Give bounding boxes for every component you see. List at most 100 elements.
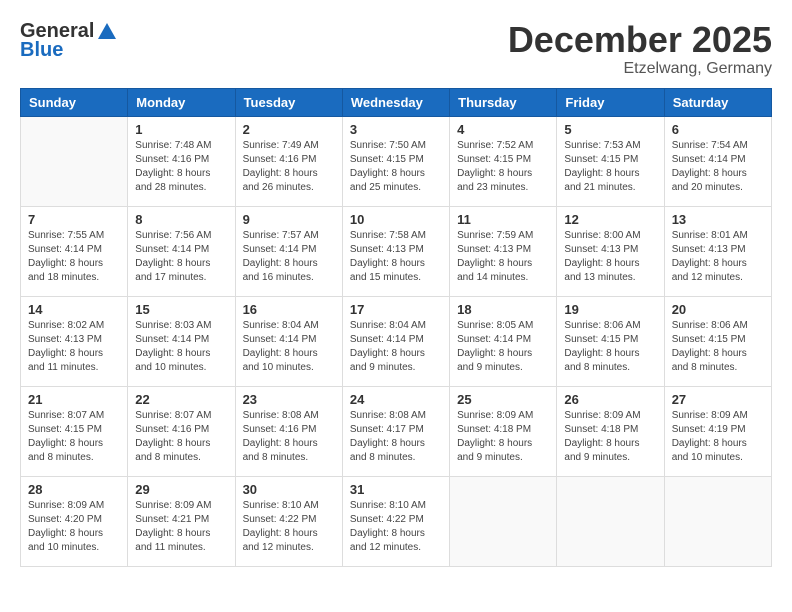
day-number: 3 bbox=[350, 122, 442, 137]
calendar-cell: 12Sunrise: 8:00 AMSunset: 4:13 PMDayligh… bbox=[557, 206, 664, 296]
calendar-cell bbox=[21, 116, 128, 206]
calendar-cell: 15Sunrise: 8:03 AMSunset: 4:14 PMDayligh… bbox=[128, 296, 235, 386]
day-info: Sunrise: 8:06 AMSunset: 4:15 PMDaylight:… bbox=[564, 319, 656, 375]
calendar-cell: 3 Sunrise: 7:50 AMSunset: 4:15 PMDaylight… bbox=[342, 116, 449, 206]
day-info: Sunrise: 7:54 AMSunset: 4:14 PMDaylight:… bbox=[672, 139, 764, 195]
calendar-cell: 4Sunrise: 7:52 AMSunset: 4:15 PMDaylight… bbox=[450, 116, 557, 206]
day-info: Sunrise: 8:00 AMSunset: 4:13 PMDaylight:… bbox=[564, 229, 656, 285]
calendar-cell: 8 Sunrise: 7:56 AMSunset: 4:14 PMDaylight… bbox=[128, 206, 235, 296]
col-saturday: Saturday bbox=[664, 88, 771, 116]
day-info: Sunrise: 8:09 AMSunset: 4:18 PMDaylight:… bbox=[457, 409, 549, 465]
day-info: Sunrise: 8:08 AMSunset: 4:16 PMDaylight:… bbox=[243, 409, 335, 465]
day-number: 5 bbox=[564, 122, 656, 137]
calendar-week-row: 7 Sunrise: 7:55 AMSunset: 4:14 PMDaylight… bbox=[21, 206, 772, 296]
day-number: 7 bbox=[28, 212, 120, 227]
calendar-week-row: 14 Sunrise: 8:02 AMSunset: 4:13 PMDayligh… bbox=[21, 296, 772, 386]
calendar-cell: 5 Sunrise: 7:53 AMSunset: 4:15 PMDaylight… bbox=[557, 116, 664, 206]
calendar-cell: 28 Sunrise: 8:09 AMSunset: 4:20 PMDayligh… bbox=[21, 476, 128, 566]
day-info: Sunrise: 8:08 AMSunset: 4:17 PMDaylight:… bbox=[350, 409, 442, 465]
calendar-cell: 30 Sunrise: 8:10 AMSunset: 4:22 PMDayligh… bbox=[235, 476, 342, 566]
day-number: 30 bbox=[243, 482, 335, 497]
page-header: General Blue December 2025 Etzelwang, Ge… bbox=[20, 20, 772, 78]
calendar-cell: 1 Sunrise: 7:48 AMSunset: 4:16 PMDaylight… bbox=[128, 116, 235, 206]
calendar-cell bbox=[557, 476, 664, 566]
day-number: 23 bbox=[243, 392, 335, 407]
day-info: Sunrise: 7:48 AMSunset: 4:16 PMDaylight:… bbox=[135, 139, 227, 195]
day-number: 14 bbox=[28, 302, 120, 317]
day-info: Sunrise: 8:09 AMSunset: 4:18 PMDaylight:… bbox=[564, 409, 656, 465]
day-number: 22 bbox=[135, 392, 227, 407]
calendar-cell: 11Sunrise: 7:59 AMSunset: 4:13 PMDayligh… bbox=[450, 206, 557, 296]
day-number: 27 bbox=[672, 392, 764, 407]
calendar-cell: 23 Sunrise: 8:08 AMSunset: 4:16 PMDayligh… bbox=[235, 386, 342, 476]
calendar-week-row: 21 Sunrise: 8:07 AMSunset: 4:15 PMDayligh… bbox=[21, 386, 772, 476]
day-info: Sunrise: 8:03 AMSunset: 4:14 PMDaylight:… bbox=[135, 319, 227, 375]
day-info: Sunrise: 7:55 AMSunset: 4:14 PMDaylight:… bbox=[28, 229, 120, 285]
day-number: 9 bbox=[243, 212, 335, 227]
col-tuesday: Tuesday bbox=[235, 88, 342, 116]
day-number: 18 bbox=[457, 302, 549, 317]
calendar-cell: 20 Sunrise: 8:06 AMSunset: 4:15 PMDayligh… bbox=[664, 296, 771, 386]
day-info: Sunrise: 8:01 AMSunset: 4:13 PMDaylight:… bbox=[672, 229, 764, 285]
day-info: Sunrise: 7:57 AMSunset: 4:14 PMDaylight:… bbox=[243, 229, 335, 285]
calendar-cell: 6 Sunrise: 7:54 AMSunset: 4:14 PMDaylight… bbox=[664, 116, 771, 206]
calendar-cell: 18Sunrise: 8:05 AMSunset: 4:14 PMDayligh… bbox=[450, 296, 557, 386]
day-info: Sunrise: 8:06 AMSunset: 4:15 PMDaylight:… bbox=[672, 319, 764, 375]
day-number: 31 bbox=[350, 482, 442, 497]
day-info: Sunrise: 8:10 AMSunset: 4:22 PMDaylight:… bbox=[243, 499, 335, 555]
calendar-cell: 17Sunrise: 8:04 AMSunset: 4:14 PMDayligh… bbox=[342, 296, 449, 386]
day-info: Sunrise: 8:04 AMSunset: 4:14 PMDaylight:… bbox=[243, 319, 335, 375]
day-number: 28 bbox=[28, 482, 120, 497]
col-thursday: Thursday bbox=[450, 88, 557, 116]
calendar-week-row: 1 Sunrise: 7:48 AMSunset: 4:16 PMDaylight… bbox=[21, 116, 772, 206]
day-number: 6 bbox=[672, 122, 764, 137]
day-number: 21 bbox=[28, 392, 120, 407]
day-info: Sunrise: 8:04 AMSunset: 4:14 PMDaylight:… bbox=[350, 319, 442, 375]
day-number: 1 bbox=[135, 122, 227, 137]
day-info: Sunrise: 8:09 AMSunset: 4:21 PMDaylight:… bbox=[135, 499, 227, 555]
day-number: 10 bbox=[350, 212, 442, 227]
logo: General Blue bbox=[20, 20, 118, 62]
day-info: Sunrise: 8:07 AMSunset: 4:15 PMDaylight:… bbox=[28, 409, 120, 465]
day-info: Sunrise: 7:59 AMSunset: 4:13 PMDaylight:… bbox=[457, 229, 549, 285]
day-info: Sunrise: 8:09 AMSunset: 4:20 PMDaylight:… bbox=[28, 499, 120, 555]
calendar-cell: 29 Sunrise: 8:09 AMSunset: 4:21 PMDayligh… bbox=[128, 476, 235, 566]
calendar-cell: 9 Sunrise: 7:57 AMSunset: 4:14 PMDaylight… bbox=[235, 206, 342, 296]
month-title: December 2025 bbox=[508, 20, 772, 60]
day-number: 20 bbox=[672, 302, 764, 317]
calendar-table: Sunday Monday Tuesday Wednesday Thursday… bbox=[20, 88, 772, 567]
day-info: Sunrise: 8:02 AMSunset: 4:13 PMDaylight:… bbox=[28, 319, 120, 375]
day-info: Sunrise: 8:07 AMSunset: 4:16 PMDaylight:… bbox=[135, 409, 227, 465]
col-friday: Friday bbox=[557, 88, 664, 116]
calendar-cell bbox=[664, 476, 771, 566]
calendar-cell: 13 Sunrise: 8:01 AMSunset: 4:13 PMDayligh… bbox=[664, 206, 771, 296]
day-info: Sunrise: 7:49 AMSunset: 4:16 PMDaylight:… bbox=[243, 139, 335, 195]
calendar-header-row: Sunday Monday Tuesday Wednesday Thursday… bbox=[21, 88, 772, 116]
day-number: 26 bbox=[564, 392, 656, 407]
calendar-cell: 22 Sunrise: 8:07 AMSunset: 4:16 PMDayligh… bbox=[128, 386, 235, 476]
day-info: Sunrise: 7:53 AMSunset: 4:15 PMDaylight:… bbox=[564, 139, 656, 195]
day-info: Sunrise: 7:56 AMSunset: 4:14 PMDaylight:… bbox=[135, 229, 227, 285]
calendar-cell: 27Sunrise: 8:09 AMSunset: 4:19 PMDayligh… bbox=[664, 386, 771, 476]
day-number: 19 bbox=[564, 302, 656, 317]
day-info: Sunrise: 8:10 AMSunset: 4:22 PMDaylight:… bbox=[350, 499, 442, 555]
calendar-cell: 19 Sunrise: 8:06 AMSunset: 4:15 PMDayligh… bbox=[557, 296, 664, 386]
day-number: 29 bbox=[135, 482, 227, 497]
day-info: Sunrise: 7:50 AMSunset: 4:15 PMDaylight:… bbox=[350, 139, 442, 195]
day-number: 16 bbox=[243, 302, 335, 317]
calendar-cell: 10 Sunrise: 7:58 AMSunset: 4:13 PMDayligh… bbox=[342, 206, 449, 296]
location: Etzelwang, Germany bbox=[508, 60, 772, 78]
day-number: 8 bbox=[135, 212, 227, 227]
calendar-cell bbox=[450, 476, 557, 566]
calendar-cell: 2Sunrise: 7:49 AMSunset: 4:16 PMDaylight… bbox=[235, 116, 342, 206]
day-number: 25 bbox=[457, 392, 549, 407]
calendar-week-row: 28 Sunrise: 8:09 AMSunset: 4:20 PMDayligh… bbox=[21, 476, 772, 566]
day-number: 13 bbox=[672, 212, 764, 227]
calendar-cell: 16 Sunrise: 8:04 AMSunset: 4:14 PMDayligh… bbox=[235, 296, 342, 386]
logo-blue: Blue bbox=[20, 39, 118, 62]
day-info: Sunrise: 7:58 AMSunset: 4:13 PMDaylight:… bbox=[350, 229, 442, 285]
calendar-cell: 24Sunrise: 8:08 AMSunset: 4:17 PMDayligh… bbox=[342, 386, 449, 476]
calendar-cell: 7 Sunrise: 7:55 AMSunset: 4:14 PMDaylight… bbox=[21, 206, 128, 296]
calendar-cell: 21 Sunrise: 8:07 AMSunset: 4:15 PMDayligh… bbox=[21, 386, 128, 476]
day-number: 4 bbox=[457, 122, 549, 137]
